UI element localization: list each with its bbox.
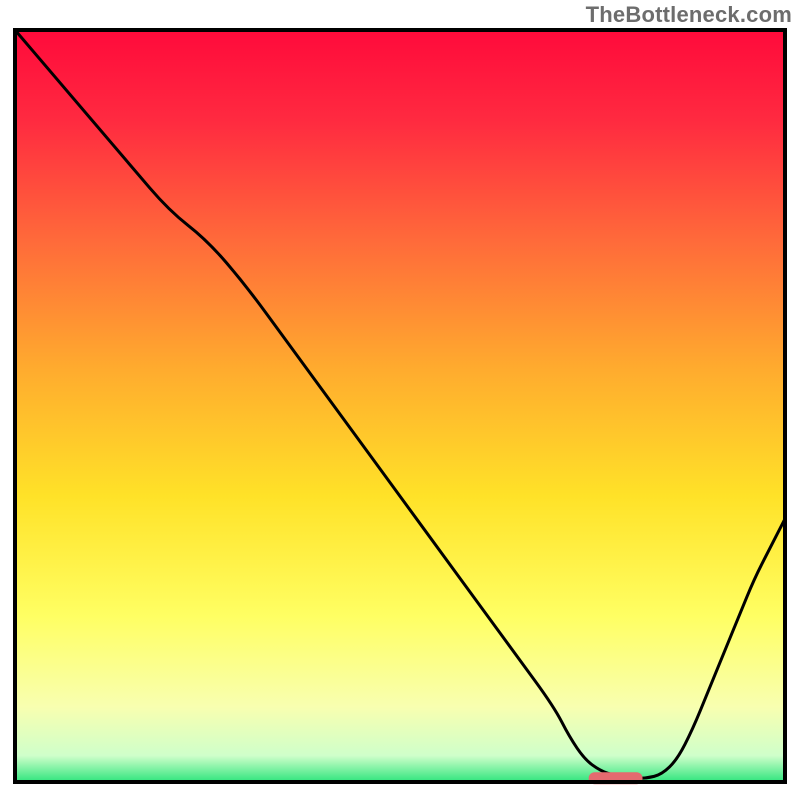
attribution-label: TheBottleneck.com xyxy=(586,2,792,28)
bottleneck-chart xyxy=(0,0,800,800)
plot-background xyxy=(15,30,785,782)
chart-container: TheBottleneck.com xyxy=(0,0,800,800)
